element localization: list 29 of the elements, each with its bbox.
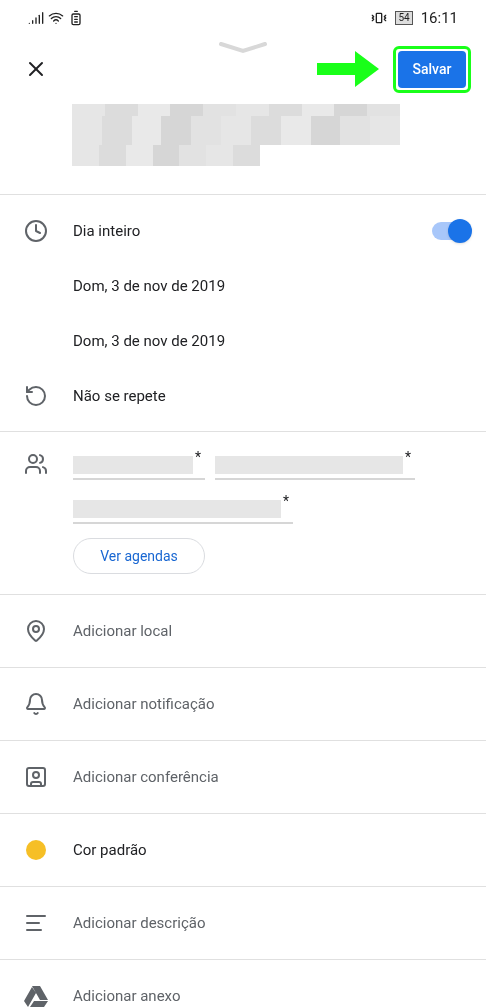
option-label[interactable]: Adicionar anexo xyxy=(73,984,181,1008)
conference-icon xyxy=(24,765,48,789)
battery-level: 54 xyxy=(395,11,413,25)
wifi-icon xyxy=(48,10,64,26)
option-label[interactable]: Adicionar conferência xyxy=(73,765,219,789)
location-pin-icon xyxy=(24,619,48,643)
drag-handle-icon xyxy=(219,42,267,54)
option-label[interactable]: Adicionar notificação xyxy=(73,692,215,716)
bell-icon xyxy=(24,692,48,716)
option-label[interactable]: Adicionar descrição xyxy=(73,911,206,935)
save-button[interactable]: Salvar xyxy=(398,50,466,88)
battery-icon xyxy=(68,10,84,26)
repeat-icon xyxy=(24,384,48,408)
vibrate-icon xyxy=(371,10,388,26)
guests-icon xyxy=(24,452,48,476)
guest-chip[interactable]: * xyxy=(73,446,205,480)
guest-chip[interactable]: * xyxy=(215,446,415,480)
clock-time: 16:11 xyxy=(420,7,458,29)
option-label[interactable]: Cor padrão xyxy=(73,838,147,862)
option-label[interactable]: Adicionar local xyxy=(73,619,173,643)
signal-icon xyxy=(28,10,44,26)
clock-icon xyxy=(24,219,48,243)
all-day-switch[interactable] xyxy=(432,222,470,240)
repeat-option[interactable]: Não se repete xyxy=(73,384,166,408)
drive-icon xyxy=(24,984,48,1008)
date-field[interactable]: Dom, 3 de nov de 2019 xyxy=(73,275,226,298)
all-day-label: Dia inteiro xyxy=(73,220,142,242)
date-field[interactable]: Dom, 3 de nov de 2019 xyxy=(73,330,226,353)
arrow-annotation xyxy=(317,49,381,89)
